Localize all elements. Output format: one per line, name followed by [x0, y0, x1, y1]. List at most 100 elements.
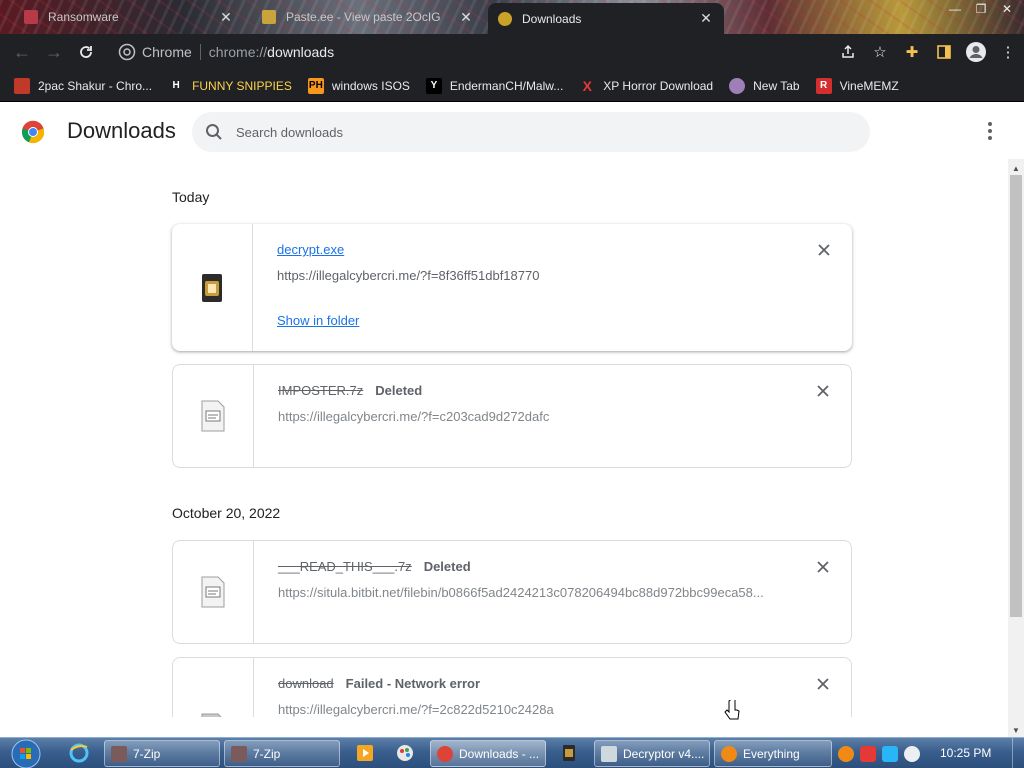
taskbar-task[interactable]: Everything [714, 740, 832, 767]
reload-icon[interactable] [70, 36, 102, 68]
page-title: Downloads [67, 118, 176, 143]
extensions-icon[interactable]: ✚ [896, 36, 928, 68]
system-tray [838, 738, 920, 768]
search-box[interactable] [192, 112, 870, 152]
bookmark-star-icon[interactable]: ☆ [864, 36, 896, 68]
tab-downloads[interactable]: Downloads ✕ [488, 3, 724, 34]
taskbar-task[interactable]: Downloads - ... [430, 740, 546, 767]
downloads-list: Today decrypt.exe https://illegalcybercr… [0, 159, 1008, 717]
paint-icon[interactable] [394, 742, 416, 764]
tab-favicon [498, 11, 512, 26]
generic-file-icon [201, 713, 222, 717]
tab-title: Downloads [522, 11, 582, 26]
file-name: IMPOSTER.7z Deleted [278, 383, 422, 398]
taskbar-task[interactable]: 7-Zip [104, 740, 220, 767]
show-desktop-button[interactable] [1012, 738, 1024, 768]
generic-file-icon [201, 400, 225, 432]
bookmark-item[interactable]: Y EndermanCH/Malw... [425, 77, 563, 94]
close-icon[interactable]: ✕ [458, 9, 474, 26]
forward-icon[interactable]: → [38, 36, 70, 68]
bookmark-label: XP Horror Download [603, 78, 714, 93]
download-item: ___READ_THIS___.7z Deleted https://situla… [172, 540, 852, 644]
omnibox[interactable]: Chrome chrome://downloads [108, 38, 888, 66]
toolbar-actions: ☆ ✚ ⋮ [832, 34, 1024, 70]
bookmark-item[interactable]: H FUNNY SNIPPIES [168, 78, 291, 94]
scroll-up-icon[interactable]: ▲ [1008, 161, 1024, 175]
tray-display-icon[interactable] [882, 745, 898, 762]
task-label: 7-Zip [253, 746, 281, 761]
bookmark-item[interactable]: New Tab [729, 77, 800, 94]
tab-favicon [262, 10, 276, 24]
7zip-icon [231, 745, 247, 762]
file-name-text: ___READ_THIS___.7z [278, 559, 412, 574]
bookmark-item[interactable]: PH windows ISOS [307, 77, 410, 94]
browser-toolbar: ← → Chrome chrome://downloads ☆ ✚ ⋮ [0, 34, 1024, 70]
close-icon[interactable]: ✕ [698, 10, 714, 27]
show-in-folder-link[interactable]: Show in folder [277, 313, 359, 328]
download-status: Failed - Network error [345, 676, 481, 691]
more-actions-icon[interactable] [978, 119, 1002, 143]
file-source-url[interactable]: https://situla.bitbit.net/filebin/b0866f… [278, 585, 764, 600]
window-controls: — ❐ ✕ [944, 2, 1018, 16]
x-favicon-icon: X [582, 77, 592, 94]
downloads-header: Downloads [0, 103, 1024, 159]
taskbar-task[interactable]: 7-Zip [224, 740, 340, 767]
bookmark-label: New Tab [753, 78, 800, 93]
taskbar-clock[interactable]: 10:25 PM [940, 746, 991, 760]
file-name-link[interactable]: decrypt.exe [277, 242, 344, 257]
back-icon[interactable]: ← [6, 36, 38, 68]
file-source-url[interactable]: https://illegalcybercri.me/?f=8f36ff51db… [277, 268, 539, 283]
download-item: decrypt.exe https://illegalcybercri.me/?… [172, 224, 852, 351]
download-item: download Failed - Network error https://i… [172, 657, 852, 717]
scroll-down-icon[interactable]: ▼ [1008, 723, 1024, 737]
taskbar-task[interactable]: Decryptor v4.... [594, 740, 710, 767]
task-label: Decryptor v4.... [623, 746, 705, 761]
search-input[interactable] [236, 124, 796, 140]
task-label: Everything [743, 746, 800, 761]
tray-flag-icon[interactable] [860, 745, 876, 762]
scroll-thumb[interactable] [1010, 175, 1022, 617]
omnibox-scheme-label: Chrome [142, 44, 192, 60]
tab-title: Ransomware [48, 10, 119, 24]
close-icon[interactable]: ✕ [218, 9, 234, 26]
tab-paste[interactable]: Paste.ee - View paste 2OcIG ✕ [252, 0, 484, 34]
download-item: IMPOSTER.7z Deleted https://illegalcyberc… [172, 364, 852, 468]
start-button[interactable] [8, 738, 44, 768]
bookmark-label: 2pac Shakur - Chro... [38, 78, 153, 93]
tab-ransomware[interactable]: Ransomware ✕ [14, 0, 244, 34]
remove-item-icon[interactable] [816, 242, 832, 258]
r-favicon-icon: R [815, 77, 832, 94]
remove-item-icon[interactable] [815, 383, 831, 399]
share-icon[interactable] [832, 36, 864, 68]
file-source-url[interactable]: https://illegalcybercri.me/?f=c203cad9d2… [278, 409, 549, 424]
browser-menu-icon[interactable]: ⋮ [992, 36, 1024, 68]
page-scrollbar[interactable]: ▲ ▼ [1008, 159, 1024, 737]
file-icon-column [173, 365, 254, 467]
search-icon [206, 124, 222, 140]
remove-item-icon[interactable] [815, 676, 831, 692]
bookmark-label: windows ISOS [331, 78, 410, 93]
tray-volume-icon[interactable] [904, 745, 920, 762]
bookmark-item[interactable]: R VineMEMZ [815, 77, 899, 94]
ph-favicon-icon: PH [307, 77, 324, 94]
profile-avatar-icon[interactable] [960, 36, 992, 68]
side-panel-icon[interactable] [928, 36, 960, 68]
tab-favicon [24, 10, 38, 24]
url-host: downloads [267, 44, 335, 60]
chrome-logo-icon [21, 120, 45, 144]
file-source-url[interactable]: https://illegalcybercri.me/?f=2c822d5210… [278, 702, 554, 717]
exe-file-icon [202, 273, 222, 302]
close-window-icon[interactable]: ✕ [996, 2, 1018, 16]
omnibox-url: chrome://downloads [209, 44, 334, 60]
ie-icon[interactable] [68, 742, 90, 764]
minimize-icon[interactable]: — [944, 2, 966, 16]
bookmark-item[interactable]: X XP Horror Download [579, 77, 714, 94]
bookmark-label: VineMEMZ [839, 78, 899, 93]
media-player-icon[interactable] [354, 742, 376, 764]
decrypt-exe-icon[interactable] [558, 742, 580, 764]
maximize-icon[interactable]: ❐ [970, 2, 992, 16]
tray-search-icon[interactable] [838, 745, 854, 762]
remove-item-icon[interactable] [815, 559, 831, 575]
url-prefix: chrome:// [208, 44, 268, 60]
bookmark-item[interactable]: 2pac Shakur - Chro... [14, 77, 153, 94]
